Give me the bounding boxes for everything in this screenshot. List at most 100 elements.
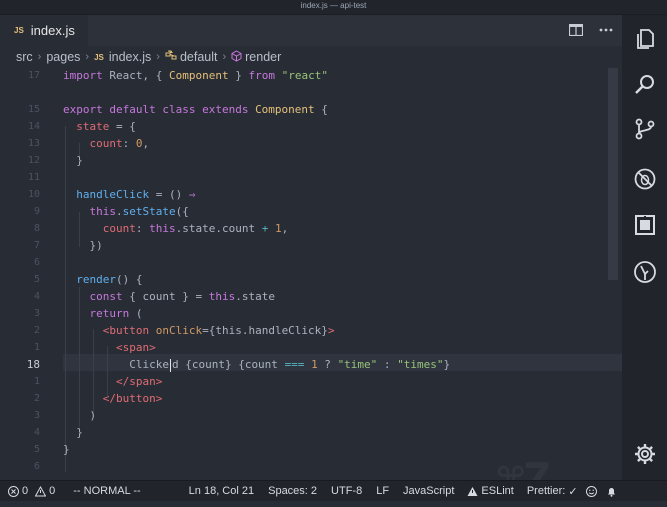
breadcrumb-item-render[interactable]: render xyxy=(231,49,281,65)
code-token: : xyxy=(135,222,150,235)
notifications-icon[interactable] xyxy=(606,486,617,497)
code-line[interactable]: state = { xyxy=(63,118,136,135)
warning-icon xyxy=(35,485,47,496)
code-line[interactable]: <span> xyxy=(63,339,156,356)
line-number: 7 xyxy=(33,240,40,251)
js-file-icon: JS xyxy=(14,26,24,35)
chevron-right-icon: › xyxy=(156,51,160,63)
code-line[interactable]: </button> xyxy=(63,390,163,407)
breadcrumb-item-src[interactable]: src xyxy=(16,50,33,64)
code-token: <button xyxy=(102,324,156,337)
minimap-scrollbar[interactable] xyxy=(608,68,618,280)
code-line[interactable]: export default class extends Component { xyxy=(63,101,328,118)
more-actions-icon[interactable] xyxy=(598,22,614,38)
code-token: 1 xyxy=(311,358,318,371)
code-token: const xyxy=(89,290,123,303)
line-number: 9 xyxy=(33,206,40,217)
code-token: } xyxy=(228,69,249,82)
chevron-right-icon: › xyxy=(37,51,42,63)
check-icon: ✓ xyxy=(568,485,578,498)
line-number: 10 xyxy=(27,189,40,200)
code-line[interactable]: count: this.state.count + 1, xyxy=(63,220,288,237)
title-bar: index.js — api-test xyxy=(0,0,667,15)
breadcrumb-label: default xyxy=(179,50,218,64)
code-token: ⇒ xyxy=(188,188,196,201)
code-token: > xyxy=(327,324,335,337)
code-token: from xyxy=(248,69,282,82)
line-number: 4 xyxy=(33,427,40,438)
code-token: === xyxy=(284,358,305,371)
code-line[interactable]: ) xyxy=(63,407,96,424)
activity-bar xyxy=(622,15,667,480)
problems-indicator[interactable]: 0 0 xyxy=(8,485,55,497)
code-line[interactable]: } xyxy=(63,441,70,458)
debug-icon[interactable] xyxy=(633,167,657,191)
code-line[interactable]: count: 0, xyxy=(63,135,150,152)
code-token: ( xyxy=(129,307,143,320)
line-number: 11 xyxy=(27,172,40,183)
code-token: onClick xyxy=(155,324,203,337)
line-number xyxy=(0,84,40,101)
code-line[interactable]: render() { xyxy=(63,271,142,288)
code-token: : xyxy=(377,358,398,371)
code-editor[interactable]: 17 15 14 13 12 11 10 9 8 7 6 5 4 3 2 1 18 1 2 3 4 5 6 import R… xyxy=(0,67,622,507)
editor-actions xyxy=(568,22,614,38)
prettier-status[interactable]: Prettier: ✓ xyxy=(527,485,578,498)
line-number: 12 xyxy=(27,155,40,166)
code-line[interactable]: } xyxy=(63,424,83,441)
feedback-icon[interactable] xyxy=(585,485,597,497)
git-lens-icon[interactable] xyxy=(633,260,657,284)
code-token: } xyxy=(63,154,83,167)
code-line[interactable]: } xyxy=(63,152,83,169)
chevron-right-icon: › xyxy=(222,51,227,63)
code-line[interactable]: }) xyxy=(63,237,102,254)
code-line[interactable]: import React, { Component } from "react" xyxy=(63,67,328,84)
code-line[interactable]: handleClick = () ⇒ xyxy=(63,186,195,203)
code-token: return xyxy=(89,307,130,320)
code-line[interactable]: this.setState({ xyxy=(63,203,189,220)
line-number: 8 xyxy=(33,223,40,234)
code-line[interactable]: <button onClick={this.handleClick}> xyxy=(63,322,335,339)
text-cursor xyxy=(169,358,171,372)
breadcrumb-item-pages[interactable]: pages xyxy=(46,50,80,64)
encoding[interactable]: UTF-8 xyxy=(331,485,362,497)
code-token: = { xyxy=(109,120,136,133)
source-control-icon[interactable] xyxy=(633,117,657,141)
line-number: 17 xyxy=(27,70,40,81)
code-token: extends xyxy=(202,103,256,116)
settings-gear-icon[interactable] xyxy=(633,442,657,466)
code-line[interactable]: Clicke d {count} {count === 1 ? "time" : … xyxy=(63,356,450,373)
end-of-line[interactable]: LF xyxy=(376,485,389,497)
files-icon[interactable] xyxy=(633,27,657,51)
code-token: , xyxy=(142,137,150,150)
search-icon[interactable] xyxy=(633,72,657,96)
code-token: this xyxy=(149,222,176,235)
breadcrumb-item-index-js[interactable]: JS index.js xyxy=(94,50,151,64)
cursor-position[interactable]: Ln 18, Col 21 xyxy=(189,485,254,497)
eslint-status[interactable]: ESLint xyxy=(467,485,514,497)
line-number: 1 xyxy=(33,342,40,353)
code-token: : xyxy=(122,137,136,150)
code-line[interactable]: return ( xyxy=(63,305,143,322)
indentation[interactable]: Spaces: 2 xyxy=(268,485,317,497)
line-number: 6 xyxy=(33,257,40,268)
line-number: 15 xyxy=(27,104,40,115)
code-token: } xyxy=(443,358,451,371)
language-mode[interactable]: JavaScript xyxy=(403,485,454,497)
code-token: } xyxy=(63,426,83,439)
split-editor-icon[interactable] xyxy=(568,22,584,38)
extensions-icon[interactable] xyxy=(633,213,657,237)
code-token: { xyxy=(314,103,328,116)
code-area[interactable]: import React, { Component } from "react"… xyxy=(63,67,622,479)
code-line[interactable]: </span> xyxy=(63,373,162,390)
line-number: 2 xyxy=(33,325,40,336)
code-line[interactable]: const { count } = this.state xyxy=(63,288,275,305)
breadcrumb-label: index.js xyxy=(108,50,152,64)
tab-index-js[interactable]: JS index.js xyxy=(0,15,88,46)
breadcrumb-item-default[interactable]: default xyxy=(165,50,218,64)
